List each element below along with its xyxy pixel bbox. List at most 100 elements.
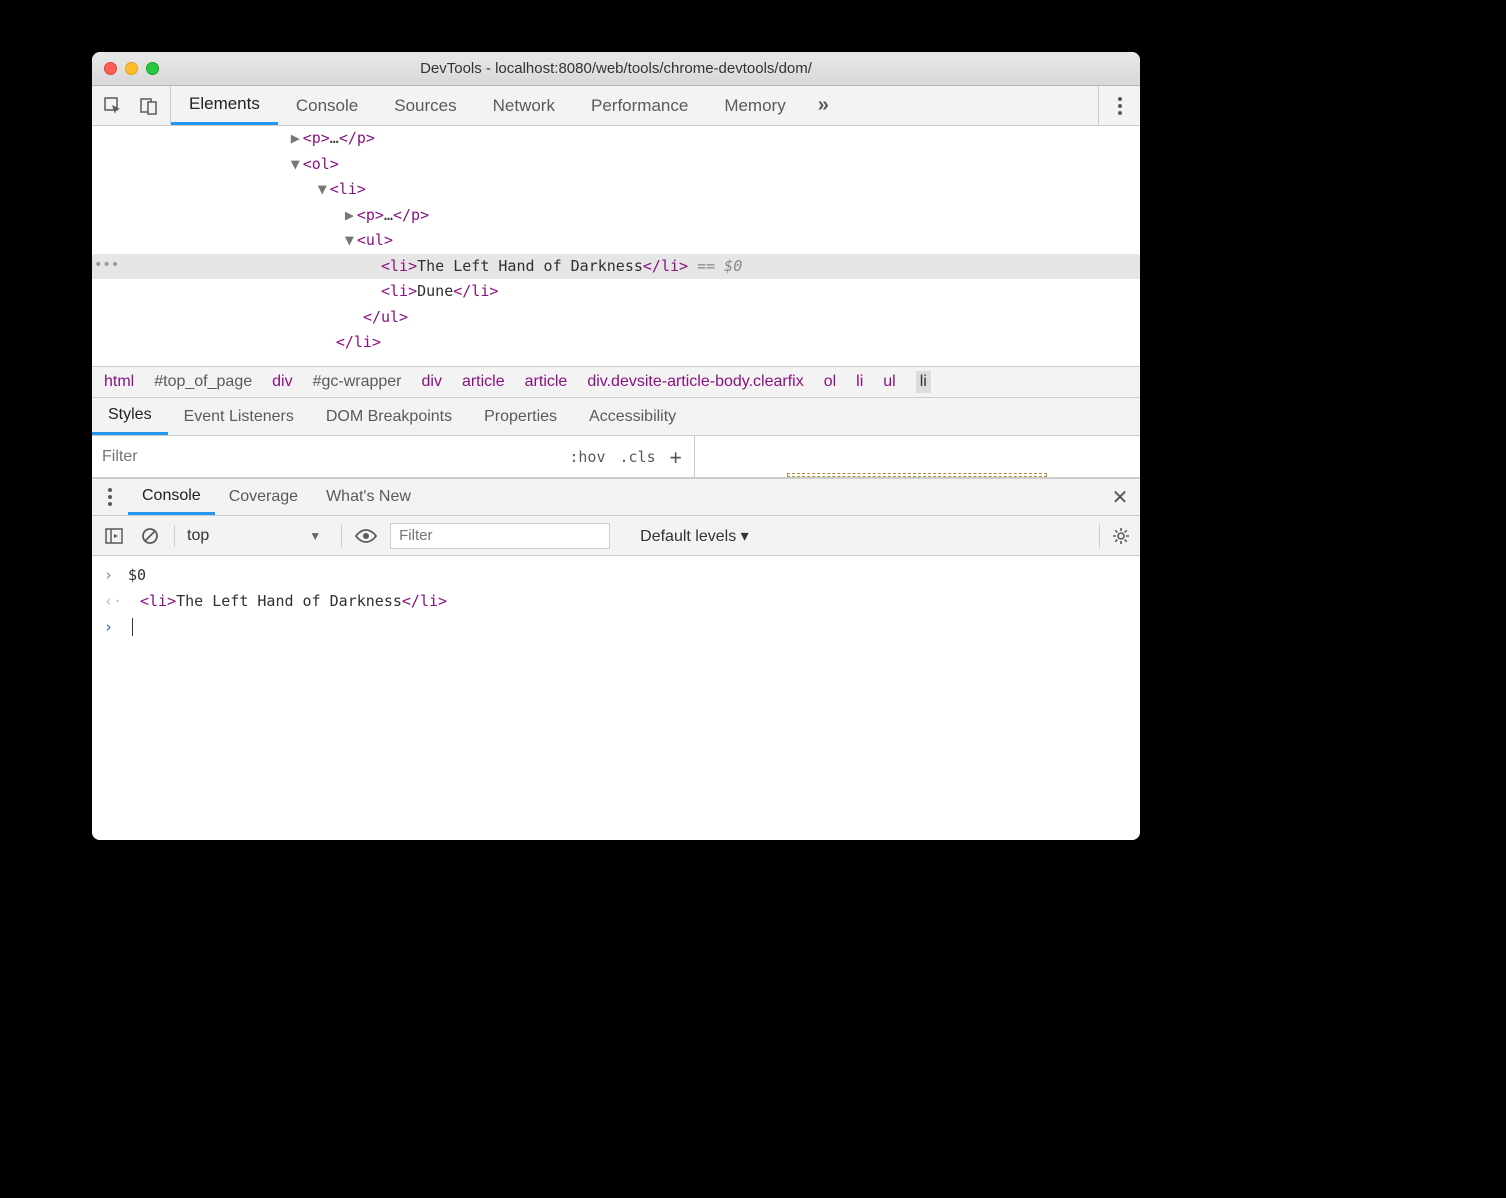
tab-network[interactable]: Network [475, 86, 573, 125]
console-settings-icon[interactable] [1099, 524, 1130, 548]
hov-button[interactable]: :hov [569, 448, 605, 466]
main-menu-button[interactable] [1098, 86, 1140, 125]
device-toolbar-icon[interactable] [138, 95, 160, 117]
margin-box-outline [787, 473, 1047, 477]
minimize-window-button[interactable] [125, 62, 138, 75]
drawer-tab-coverage[interactable]: Coverage [215, 479, 312, 515]
tree-arrow-icon[interactable]: ▼ [318, 177, 330, 203]
toolbar-left-icons [92, 86, 171, 125]
tree-arrow-icon[interactable]: ▶ [345, 203, 357, 229]
console-toolbar: top ▼ Default levels ▾ [92, 516, 1140, 556]
tag-text: The Left Hand of Darkness [176, 592, 402, 610]
dom-tree-row[interactable]: </ul> [92, 305, 1140, 331]
breadcrumb-item[interactable]: #gc-wrapper [313, 373, 402, 391]
tag-open: <p> [357, 206, 384, 224]
drawer-tabs: Console Coverage What's New ✕ [92, 478, 1140, 516]
console-input-line: › $0 [92, 562, 1140, 588]
breadcrumb-item[interactable]: div [272, 373, 292, 391]
clear-console-icon[interactable] [138, 524, 162, 548]
cls-button[interactable]: .cls [619, 448, 655, 466]
tab-dom-breakpoints[interactable]: DOM Breakpoints [310, 398, 468, 435]
styles-tabs: Styles Event Listeners DOM Breakpoints P… [92, 398, 1140, 436]
dom-tree-row[interactable]: ▶<p>…</p> [92, 126, 1140, 152]
tag-close: </ul> [363, 308, 408, 326]
tab-console[interactable]: Console [278, 86, 376, 125]
box-model-preview [695, 436, 1140, 477]
breadcrumb: html #top_of_page div #gc-wrapper div article… [92, 366, 1140, 398]
console-prompt-line[interactable]: › [92, 614, 1140, 640]
console-output[interactable]: › $0 ‹· <li>The Left Hand of Darkness</l… [92, 556, 1140, 840]
node-text: … [384, 206, 393, 224]
styles-filter-input[interactable] [92, 436, 557, 477]
expand-arrow-icon[interactable]: › [104, 566, 118, 584]
drawer-tab-whatsnew[interactable]: What's New [312, 479, 425, 515]
tag-open: <li> [140, 592, 176, 610]
tab-memory[interactable]: Memory [706, 86, 803, 125]
tab-styles[interactable]: Styles [92, 398, 168, 435]
more-tabs-button[interactable]: » [804, 86, 843, 125]
tab-sources[interactable]: Sources [376, 86, 474, 125]
breadcrumb-item[interactable]: li [856, 373, 863, 391]
live-expression-icon[interactable] [354, 524, 378, 548]
tag-open: <ul> [357, 231, 393, 249]
dom-tree-row[interactable]: ▶<p>…</p> [92, 203, 1140, 229]
tag-close: </li> [336, 333, 381, 351]
breadcrumb-item[interactable]: div.devsite-article-body.clearfix [587, 373, 803, 391]
dom-tree-row[interactable]: ▼<ul> [92, 228, 1140, 254]
node-text: Dune [417, 282, 453, 300]
dom-tree-row[interactable]: <li>Dune</li> [92, 279, 1140, 305]
breadcrumb-item[interactable]: li [916, 371, 931, 393]
main-tabs: Elements Console Sources Network Perform… [171, 86, 843, 125]
traffic-lights [104, 62, 159, 75]
breadcrumb-item[interactable]: article [525, 373, 568, 391]
tag-open: <ol> [303, 155, 339, 173]
close-window-button[interactable] [104, 62, 117, 75]
node-text: The Left Hand of Darkness [417, 257, 643, 275]
tree-arrow-icon[interactable]: ▼ [291, 152, 303, 178]
tab-performance[interactable]: Performance [573, 86, 706, 125]
log-levels-selector[interactable]: Default levels ▾ [640, 526, 749, 546]
main-toolbar: Elements Console Sources Network Perform… [92, 86, 1140, 126]
dom-tree-row[interactable]: ▼<ol> [92, 152, 1140, 178]
new-style-rule-button[interactable]: + [670, 445, 682, 469]
tag-close: </li> [453, 282, 498, 300]
dom-tree-row-selected[interactable]: ••• <li>The Left Hand of Darkness</li> =… [92, 254, 1140, 280]
tag-close: </li> [643, 257, 688, 275]
breadcrumb-item[interactable]: article [462, 373, 505, 391]
drawer-menu-button[interactable] [92, 479, 128, 515]
titlebar: DevTools - localhost:8080/web/tools/chro… [92, 52, 1140, 86]
console-output-html: <li>The Left Hand of Darkness</li> [140, 592, 447, 610]
breadcrumb-item[interactable]: #top_of_page [154, 373, 252, 391]
row-actions-icon[interactable]: ••• [94, 254, 119, 278]
tree-arrow-icon[interactable]: ▼ [345, 228, 357, 254]
console-input-text: $0 [128, 566, 146, 584]
output-arrow-icon: ‹· [104, 592, 118, 610]
tree-arrow-icon[interactable]: ▶ [291, 126, 303, 152]
console-sidebar-toggle-icon[interactable] [102, 524, 126, 548]
maximize-window-button[interactable] [146, 62, 159, 75]
breadcrumb-item[interactable]: div [422, 373, 442, 391]
tab-accessibility[interactable]: Accessibility [573, 398, 692, 435]
tab-properties[interactable]: Properties [468, 398, 573, 435]
styles-filter-row: :hov .cls + [92, 436, 1140, 478]
devtools-window: DevTools - localhost:8080/web/tools/chro… [92, 52, 1140, 840]
toolbar-divider [174, 525, 175, 547]
drawer-close-button[interactable]: ✕ [1100, 485, 1140, 510]
breadcrumb-item[interactable]: ul [883, 373, 895, 391]
tag-close: </p> [339, 129, 375, 147]
drawer-tab-console[interactable]: Console [128, 479, 215, 515]
console-output-line: ‹· <li>The Left Hand of Darkness</li> [92, 588, 1140, 614]
dom-tree-row[interactable]: ▼<li> [92, 177, 1140, 203]
inspect-element-icon[interactable] [102, 95, 124, 117]
execution-context-selector[interactable]: top ▼ [187, 527, 329, 545]
tab-event-listeners[interactable]: Event Listeners [168, 398, 310, 435]
dom-tree[interactable]: ▶<p>…</p> ▼<ol> ▼<li> ▶<p>…</p> ▼<ul>•••… [92, 126, 1140, 366]
breadcrumb-item[interactable]: html [104, 373, 134, 391]
tab-elements[interactable]: Elements [171, 86, 278, 125]
chevron-down-icon: ▼ [309, 529, 321, 543]
prompt-arrow-icon: › [104, 618, 118, 636]
console-filter-input[interactable] [390, 523, 610, 549]
selected-node-ref: == $0 [688, 257, 742, 275]
breadcrumb-item[interactable]: ol [824, 373, 836, 391]
dom-tree-row[interactable]: </li> [92, 330, 1140, 356]
